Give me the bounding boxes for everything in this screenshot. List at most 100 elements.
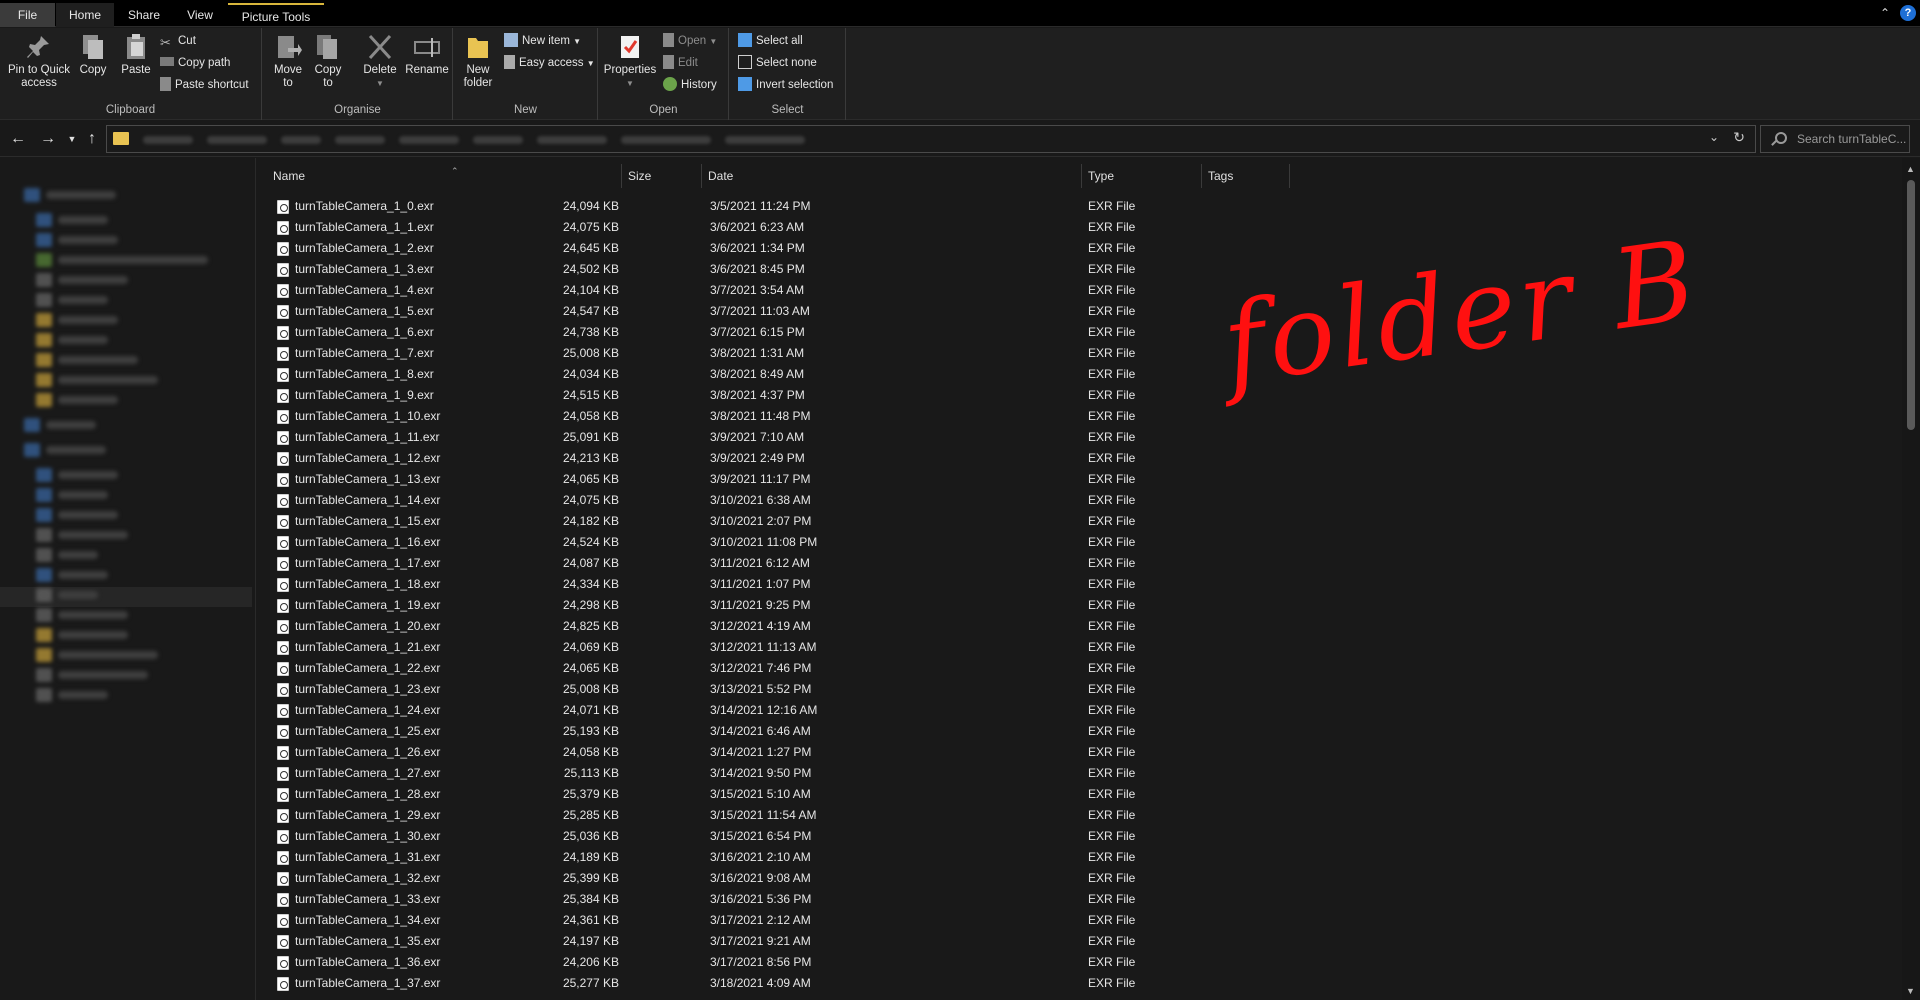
scrollbar-thumb[interactable]: [1907, 180, 1915, 430]
paste-shortcut-button[interactable]: Paste shortcut: [160, 76, 249, 94]
exr-file-icon: [277, 263, 289, 277]
exr-file-icon: [277, 809, 289, 823]
file-row[interactable]: turnTableCamera_1_34.exr 24,361 KB 3/17/20…: [257, 910, 1902, 931]
address-bar[interactable]: ⌄ ↻: [106, 125, 1756, 153]
file-row[interactable]: turnTableCamera_1_33.exr 25,384 KB 3/16/20…: [257, 889, 1902, 910]
address-row: ← → ▼ ↑ ⌄ ↻ Search turnTableC...: [0, 121, 1920, 157]
column-header-size[interactable]: Size: [622, 164, 702, 188]
file-date: 3/11/2021 6:12 AM: [710, 556, 810, 570]
copy-to-button[interactable]: Copy to: [311, 32, 345, 90]
refresh-icon[interactable]: ↻: [1733, 129, 1745, 146]
address-dropdown-chevron-icon[interactable]: ⌄: [1709, 130, 1719, 144]
scroll-up-arrow-icon[interactable]: ▲: [1906, 164, 1915, 174]
file-row[interactable]: turnTableCamera_1_25.exr 25,193 KB 3/14/20…: [257, 721, 1902, 742]
file-row[interactable]: turnTableCamera_1_36.exr 24,206 KB 3/17/20…: [257, 952, 1902, 973]
copy-icon: [83, 35, 103, 59]
tab-home[interactable]: Home: [56, 3, 114, 27]
file-size: 24,213 KB: [562, 451, 619, 465]
nav-folder-icon: [36, 373, 52, 387]
nav-folder-icon: [36, 233, 52, 247]
column-header-date[interactable]: Date: [702, 164, 1082, 188]
file-row[interactable]: turnTableCamera_1_0.exr 24,094 KB 3/5/2021…: [257, 196, 1902, 217]
file-row[interactable]: turnTableCamera_1_9.exr 24,515 KB 3/8/2021…: [257, 385, 1902, 406]
column-header-name[interactable]: Name ⌃: [267, 164, 622, 188]
file-size: 25,193 KB: [562, 724, 619, 738]
file-row[interactable]: turnTableCamera_1_8.exr 24,034 KB 3/8/2021…: [257, 364, 1902, 385]
file-row[interactable]: turnTableCamera_1_29.exr 25,285 KB 3/15/20…: [257, 805, 1902, 826]
exr-file-icon: [277, 620, 289, 634]
file-row[interactable]: turnTableCamera_1_28.exr 25,379 KB 3/15/20…: [257, 784, 1902, 805]
history-button[interactable]: History: [663, 76, 717, 94]
file-size: 25,036 KB: [562, 829, 619, 843]
move-to-button[interactable]: Move to: [271, 32, 305, 90]
file-name: turnTableCamera_1_0.exr: [295, 199, 434, 213]
cut-button[interactable]: ✂ Cut: [160, 32, 196, 50]
file-row[interactable]: turnTableCamera_1_20.exr 24,825 KB 3/12/20…: [257, 616, 1902, 637]
properties-button[interactable]: Properties ▼: [603, 32, 657, 90]
column-header-type[interactable]: Type: [1082, 164, 1202, 188]
delete-label: Delete: [363, 64, 397, 76]
file-row[interactable]: turnTableCamera_1_11.exr 25,091 KB 3/9/202…: [257, 427, 1902, 448]
exr-file-icon: [277, 935, 289, 949]
file-row[interactable]: turnTableCamera_1_31.exr 24,189 KB 3/16/20…: [257, 847, 1902, 868]
copy-path-icon: [160, 57, 174, 66]
file-name: turnTableCamera_1_18.exr: [295, 577, 441, 591]
easy-access-button[interactable]: Easy access ▼: [504, 54, 595, 72]
file-row[interactable]: turnTableCamera_1_18.exr 24,334 KB 3/11/20…: [257, 574, 1902, 595]
open-button[interactable]: Open ▼: [663, 32, 717, 50]
pin-to-quick-access-button[interactable]: Pin to Quick access: [4, 32, 74, 90]
file-row[interactable]: turnTableCamera_1_27.exr 25,113 KB 3/14/20…: [257, 763, 1902, 784]
file-row[interactable]: turnTableCamera_1_16.exr 24,524 KB 3/10/20…: [257, 532, 1902, 553]
tab-picture-tools[interactable]: Picture Tools: [228, 3, 324, 27]
collapse-ribbon-icon[interactable]: ⌃: [1880, 6, 1894, 20]
file-row[interactable]: turnTableCamera_1_13.exr 24,065 KB 3/9/202…: [257, 469, 1902, 490]
edit-button[interactable]: Edit: [663, 54, 698, 72]
tab-share[interactable]: Share: [114, 3, 174, 27]
copy-button[interactable]: Copy: [78, 32, 108, 77]
select-all-button[interactable]: Select all: [738, 32, 803, 50]
file-row[interactable]: turnTableCamera_1_23.exr 25,008 KB 3/13/20…: [257, 679, 1902, 700]
breadcrumb-blurred: [473, 136, 523, 144]
delete-button[interactable]: Delete ▼: [361, 32, 399, 90]
file-row[interactable]: turnTableCamera_1_12.exr 24,213 KB 3/9/202…: [257, 448, 1902, 469]
select-none-button[interactable]: Select none: [738, 54, 817, 72]
file-row[interactable]: turnTableCamera_1_35.exr 24,197 KB 3/17/20…: [257, 931, 1902, 952]
scroll-down-arrow-icon[interactable]: ▼: [1906, 986, 1915, 996]
recent-locations-chevron-icon[interactable]: ▼: [62, 129, 82, 149]
rename-button[interactable]: Rename: [405, 32, 449, 77]
file-row[interactable]: turnTableCamera_1_21.exr 24,069 KB 3/12/20…: [257, 637, 1902, 658]
nav-folder-icon: [36, 213, 52, 227]
file-row[interactable]: turnTableCamera_1_14.exr 24,075 KB 3/10/20…: [257, 490, 1902, 511]
file-size: 25,384 KB: [562, 892, 619, 906]
file-row[interactable]: turnTableCamera_1_24.exr 24,071 KB 3/14/20…: [257, 700, 1902, 721]
file-row[interactable]: turnTableCamera_1_19.exr 24,298 KB 3/11/20…: [257, 595, 1902, 616]
up-arrow-icon[interactable]: ↑: [82, 129, 102, 149]
search-input[interactable]: Search turnTableC...: [1760, 125, 1910, 153]
file-row[interactable]: turnTableCamera_1_15.exr 24,182 KB 3/10/20…: [257, 511, 1902, 532]
vertical-scrollbar[interactable]: ▲ ▼: [1902, 158, 1920, 1000]
file-row[interactable]: turnTableCamera_1_37.exr 25,277 KB 3/18/20…: [257, 973, 1902, 994]
exr-file-icon: [277, 557, 289, 571]
tab-view[interactable]: View: [176, 3, 224, 27]
invert-selection-button[interactable]: Invert selection: [738, 76, 833, 94]
file-row[interactable]: turnTableCamera_1_22.exr 24,065 KB 3/12/20…: [257, 658, 1902, 679]
new-item-button[interactable]: New item ▼: [504, 32, 581, 50]
file-date: 3/6/2021 8:45 PM: [710, 262, 805, 276]
paste-button[interactable]: Paste: [120, 32, 152, 77]
copy-path-button[interactable]: Copy path: [160, 54, 230, 72]
file-row[interactable]: turnTableCamera_1_26.exr 24,058 KB 3/14/20…: [257, 742, 1902, 763]
forward-arrow-icon[interactable]: →: [38, 129, 58, 149]
file-row[interactable]: turnTableCamera_1_32.exr 25,399 KB 3/16/20…: [257, 868, 1902, 889]
back-arrow-icon[interactable]: ←: [8, 129, 28, 149]
column-header-tags[interactable]: Tags: [1202, 164, 1290, 188]
help-icon[interactable]: ?: [1900, 5, 1916, 21]
file-type: EXR File: [1088, 640, 1136, 654]
new-folder-button[interactable]: New folder: [458, 32, 498, 90]
file-row[interactable]: turnTableCamera_1_17.exr 24,087 KB 3/11/20…: [257, 553, 1902, 574]
file-type: EXR File: [1088, 745, 1136, 759]
file-row[interactable]: turnTableCamera_1_10.exr 24,058 KB 3/8/202…: [257, 406, 1902, 427]
copy-to-icon: [317, 35, 337, 59]
tab-file[interactable]: File: [0, 3, 55, 27]
file-row[interactable]: turnTableCamera_1_30.exr 25,036 KB 3/15/20…: [257, 826, 1902, 847]
file-name: turnTableCamera_1_37.exr: [295, 976, 441, 990]
